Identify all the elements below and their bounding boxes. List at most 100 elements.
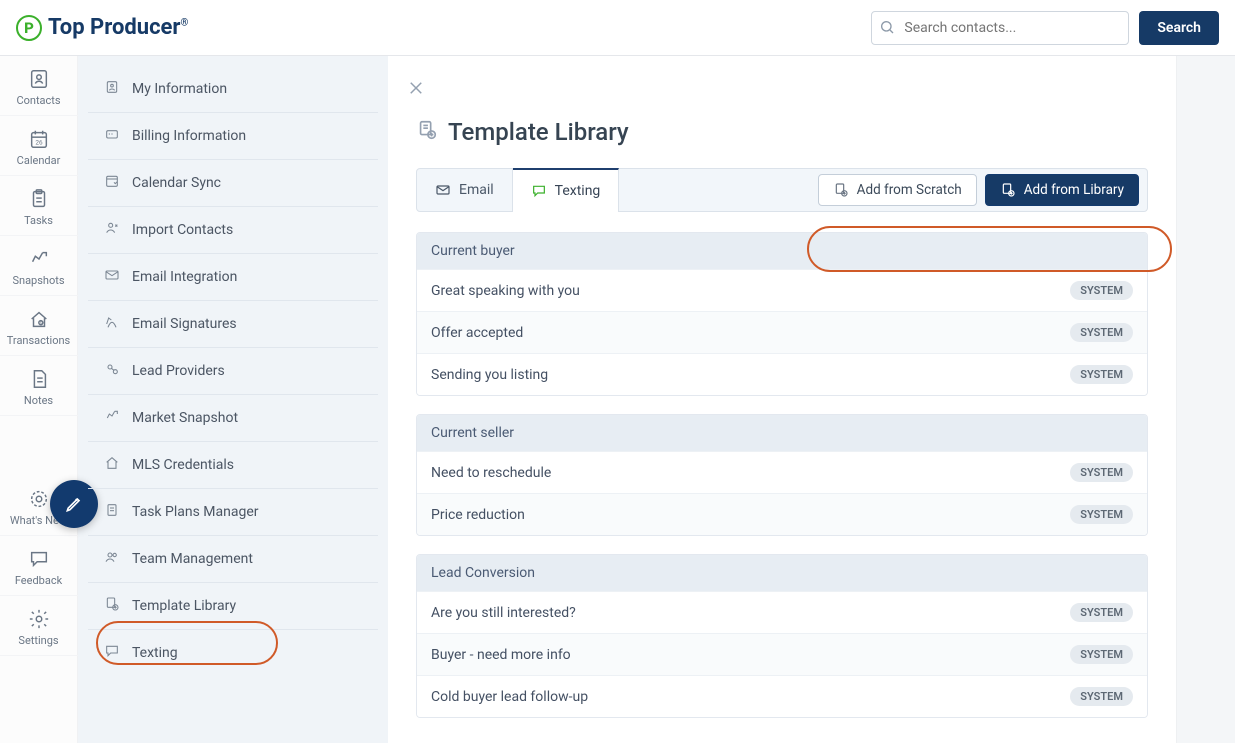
template-row[interactable]: Need to reschedule SYSTEM (417, 451, 1147, 493)
rail-feedback[interactable]: Feedback (0, 536, 78, 596)
settings-item-icon (104, 173, 120, 193)
close-button[interactable] (402, 74, 430, 102)
rail-label: Settings (18, 634, 58, 647)
system-badge: SYSTEM (1070, 323, 1133, 342)
template-row[interactable]: Cold buyer lead follow-up SYSTEM (417, 675, 1147, 717)
template-name: Sending you listing (431, 367, 548, 383)
rail-contacts[interactable]: Contacts (0, 56, 78, 116)
header-right: Search (871, 11, 1219, 45)
settings-sidebar: My Information Billing Information Calenda… (78, 56, 388, 743)
settings-item-mls-credentials[interactable]: MLS Credentials (88, 442, 378, 489)
rail-tasks[interactable]: Tasks (0, 176, 78, 236)
add-from-library-button[interactable]: Add from Library (985, 174, 1139, 206)
settings-item-lead-providers[interactable]: Lead Providers (88, 348, 378, 395)
system-badge: SYSTEM (1070, 281, 1133, 300)
template-name: Are you still interested? (431, 605, 576, 621)
template-row[interactable]: Are you still interested? SYSTEM (417, 591, 1147, 633)
template-name: Need to reschedule (431, 465, 551, 481)
settings-item-icon (104, 79, 120, 99)
system-badge: SYSTEM (1070, 463, 1133, 482)
rail-label: Contacts (16, 94, 60, 107)
system-badge: SYSTEM (1070, 603, 1133, 622)
settings-item-icon (104, 267, 120, 287)
template-name: Buyer - need more info (431, 647, 571, 663)
settings-item-import-contacts[interactable]: Import Contacts (88, 207, 378, 254)
settings-item-billing-information[interactable]: Billing Information (88, 113, 378, 160)
add-from-scratch-button[interactable]: Add from Scratch (818, 174, 977, 206)
settings-item-template-library[interactable]: Template Library (88, 583, 378, 630)
button-label: Add from Library (1024, 182, 1124, 198)
section-heading: Current buyer (417, 233, 1147, 269)
template-section: Current sellerNeed to rescheduleSYSTEMPr… (416, 414, 1148, 536)
button-label: Add from Scratch (857, 182, 962, 198)
section-heading: Lead Conversion (417, 555, 1147, 591)
settings-item-email-integration[interactable]: Email Integration (88, 254, 378, 301)
rail-settings[interactable]: Settings (0, 596, 78, 656)
search-button[interactable]: Search (1139, 11, 1219, 45)
rail-label: Calendar (17, 154, 61, 167)
rail-label: Snapshots (12, 274, 64, 287)
tab-label: Email (459, 182, 494, 198)
brand-name: Top Producer® (48, 15, 188, 40)
settings-item-label: Template Library (132, 598, 236, 614)
settings-item-my-information[interactable]: My Information (88, 66, 378, 113)
settings-item-label: Email Signatures (132, 316, 237, 332)
settings-item-icon (104, 220, 120, 240)
settings-item-icon (104, 126, 120, 146)
template-row[interactable]: Great speaking with you SYSTEM (417, 269, 1147, 311)
settings-item-label: Task Plans Manager (132, 504, 259, 520)
right-gutter (1177, 56, 1235, 743)
tab-email[interactable]: Email (417, 169, 513, 211)
settings-item-team-management[interactable]: Team Management (88, 536, 378, 583)
settings-item-label: Lead Providers (132, 363, 225, 379)
template-section: Lead ConversionAre you still interested?… (416, 554, 1148, 718)
settings-item-label: Team Management (132, 551, 253, 567)
rail-calendar[interactable]: 26 Calendar (0, 116, 78, 176)
settings-item-label: Texting (132, 645, 178, 661)
header: P Top Producer® Search (0, 0, 1235, 56)
template-row[interactable]: Sending you listingSYSTEM (417, 353, 1147, 395)
svg-text:$: $ (39, 320, 41, 325)
settings-item-icon (104, 643, 120, 663)
system-badge: SYSTEM (1070, 687, 1133, 706)
template-name: Offer accepted (431, 325, 523, 341)
svg-text:26: 26 (35, 139, 43, 147)
rail-label: Notes (24, 394, 53, 407)
search-input[interactable] (871, 11, 1129, 45)
settings-item-label: MLS Credentials (132, 457, 234, 473)
template-row[interactable]: Price reduction SYSTEM (417, 493, 1147, 535)
section-heading: Current seller (417, 415, 1147, 451)
system-badge: SYSTEM (1070, 505, 1133, 524)
settings-item-label: Import Contacts (132, 222, 233, 238)
settings-item-label: My Information (132, 81, 227, 97)
brand-logo[interactable]: P Top Producer® (16, 15, 188, 41)
rail-label: Tasks (24, 214, 53, 227)
template-name: Cold buyer lead follow-up (431, 689, 588, 705)
rail-transactions[interactable]: $ Transactions (0, 296, 78, 356)
rail-snapshots[interactable]: Snapshots (0, 236, 78, 296)
rail-notes[interactable]: Notes (0, 356, 78, 416)
rail-label: Transactions (7, 334, 70, 347)
content-area: Template Library Email Texting Add from … (388, 56, 1177, 743)
template-name: Great speaking with you (431, 283, 580, 299)
settings-item-email-signatures[interactable]: Email Signatures (88, 301, 378, 348)
settings-item-texting[interactable]: Texting (88, 630, 378, 676)
page-heading: Template Library (416, 118, 1148, 146)
logo-mark-icon: P (16, 15, 42, 41)
template-row[interactable]: Buyer - need more infoSYSTEM (417, 633, 1147, 675)
tab-label: Texting (555, 183, 601, 199)
settings-item-calendar-sync[interactable]: Calendar Sync (88, 160, 378, 207)
settings-item-label: Email Integration (132, 269, 237, 285)
settings-item-label: Market Snapshot (132, 410, 238, 426)
settings-item-task-plans-manager[interactable]: Task Plans Manager (88, 489, 378, 536)
settings-item-icon (104, 314, 120, 334)
tab-texting[interactable]: Texting (513, 168, 620, 212)
template-name: Price reduction (431, 507, 525, 523)
settings-item-icon (104, 596, 120, 616)
settings-item-market-snapshot[interactable]: Market Snapshot (88, 395, 378, 442)
settings-item-icon (104, 455, 120, 475)
settings-item-icon (104, 549, 120, 569)
template-row[interactable]: Offer accepted SYSTEM (417, 311, 1147, 353)
settings-item-label: Billing Information (132, 128, 246, 144)
rail-label: Feedback (15, 574, 62, 587)
